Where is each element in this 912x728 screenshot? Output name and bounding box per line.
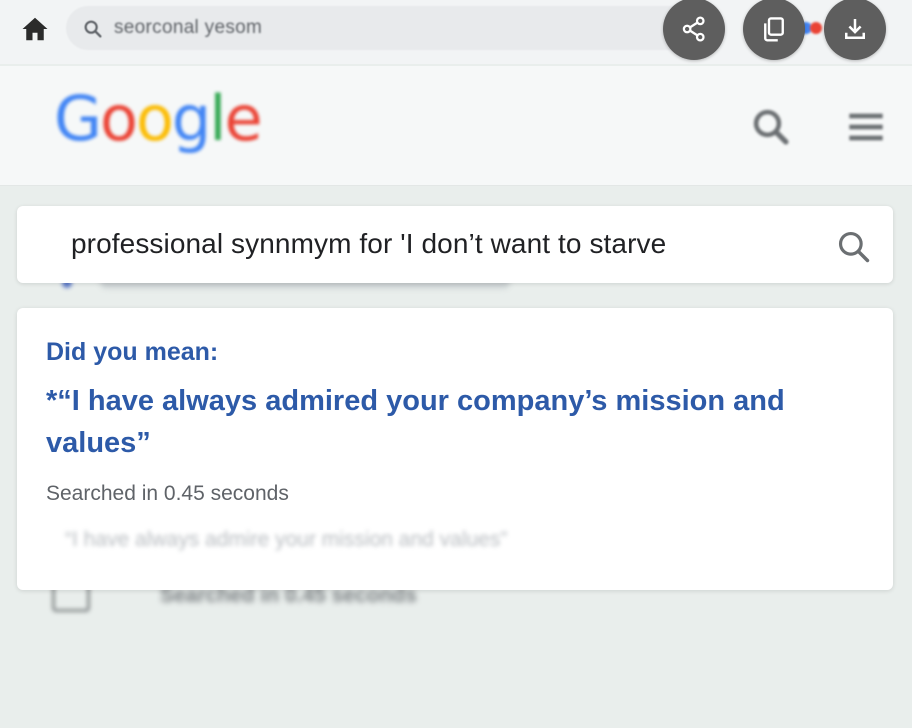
logo-letter: l: [209, 82, 226, 155]
did-you-mean-card: Did you mean: *“I have always admired yo…: [17, 308, 893, 590]
search-time-text: Searched in 0.45 seconds: [46, 482, 289, 505]
did-you-mean-suggestion-link[interactable]: *“I have always admired your company’s m…: [46, 380, 826, 464]
logo-letter: o: [100, 82, 138, 155]
logo-letter: g: [171, 82, 211, 155]
copy-icon: [764, 17, 784, 42]
faded-snippet-text: “I have always admire your mission and v…: [65, 528, 508, 551]
search-query-text[interactable]: professional synnmym for 'I don’t want t…: [71, 228, 666, 260]
google-logo[interactable]: Google: [54, 82, 263, 155]
copy-button[interactable]: [743, 0, 805, 60]
share-icon: [682, 16, 705, 42]
search-icon: [84, 20, 102, 38]
logo-letter: o: [135, 82, 174, 155]
home-icon[interactable]: [20, 14, 50, 44]
google-header: Google: [0, 66, 912, 186]
share-button[interactable]: [663, 0, 725, 60]
download-icon: [845, 19, 865, 39]
search-icon[interactable]: [835, 228, 873, 266]
address-bar[interactable]: seorconal yesom: [66, 6, 706, 50]
search-icon[interactable]: [750, 106, 792, 148]
download-button[interactable]: [824, 0, 886, 60]
brand-dot-red: [810, 22, 822, 34]
did-you-mean-label: Did you mean:: [46, 338, 219, 366]
search-box[interactable]: professional synnmym for 'I don’t want t…: [17, 206, 893, 283]
address-text: seorconal yesom: [114, 17, 263, 38]
logo-letter: G: [54, 82, 102, 155]
hamburger-menu-icon[interactable]: [846, 110, 886, 144]
logo-letter: e: [224, 82, 263, 155]
